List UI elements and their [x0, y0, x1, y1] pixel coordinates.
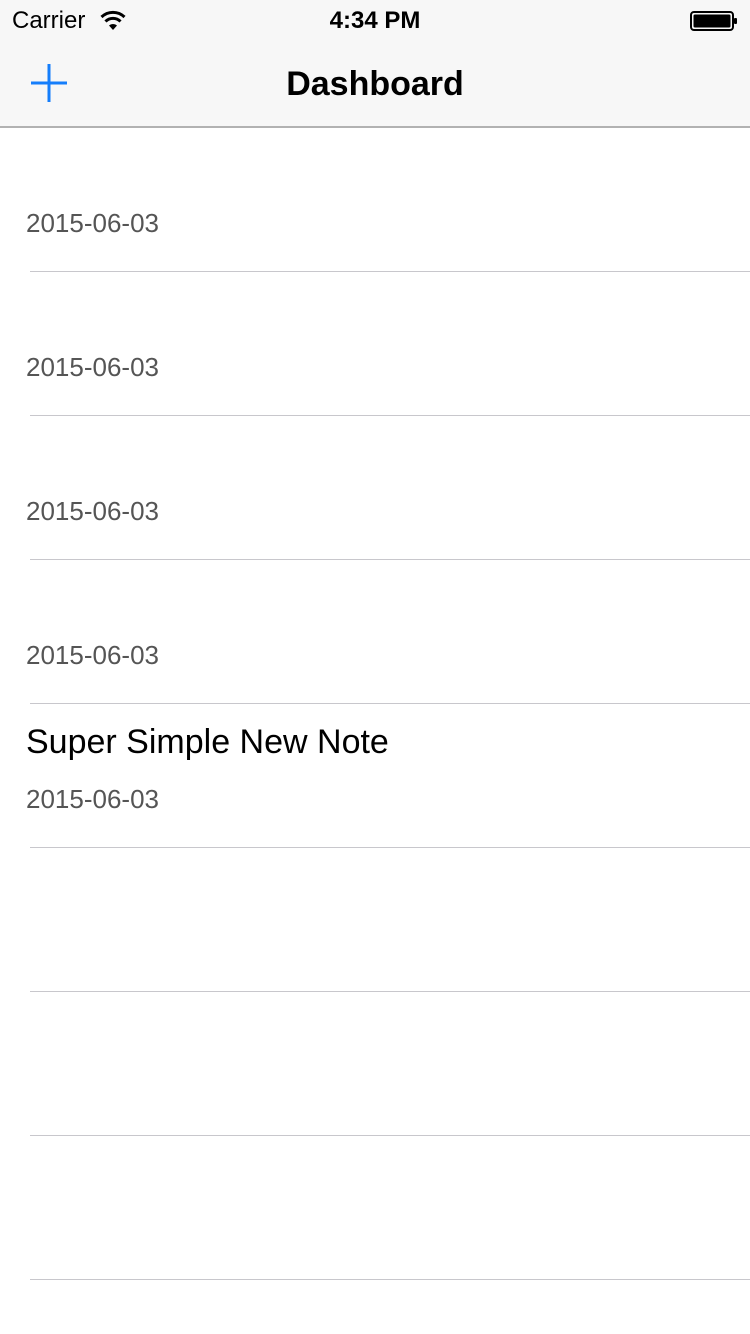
battery-icon [690, 11, 737, 31]
note-date: 2015-06-03 [26, 640, 159, 670]
empty-row [0, 992, 750, 1136]
note-row[interactable]: 2015-06-03 [0, 560, 750, 704]
note-date: 2015-06-03 [26, 352, 159, 382]
page-title: Dashboard [286, 65, 464, 103]
status-bar: Carrier 4:34 PM [0, 0, 750, 40]
note-title: Super Simple New Note [26, 723, 389, 761]
note-row[interactable]: 2015-06-03 [0, 416, 750, 560]
screen: Carrier 4:34 PM Dashboard 2015-06-03 201… [0, 0, 750, 1334]
notes-list: 2015-06-03 2015-06-03 2015-06-03 2015-06… [0, 128, 750, 1280]
note-date: 2015-06-03 [26, 496, 159, 526]
note-date: 2015-06-03 [26, 208, 159, 238]
empty-row [0, 1136, 750, 1280]
note-row[interactable]: 2015-06-03 [0, 272, 750, 416]
navigation-bar: Dashboard [0, 40, 750, 128]
note-row[interactable]: Super Simple New Note 2015-06-03 [0, 704, 750, 848]
status-time: 4:34 PM [329, 7, 421, 34]
empty-row [0, 848, 750, 992]
note-row[interactable]: 2015-06-03 [0, 128, 750, 272]
top-bar: Carrier 4:34 PM Dashboard [0, 0, 750, 128]
note-date: 2015-06-03 [26, 784, 159, 814]
